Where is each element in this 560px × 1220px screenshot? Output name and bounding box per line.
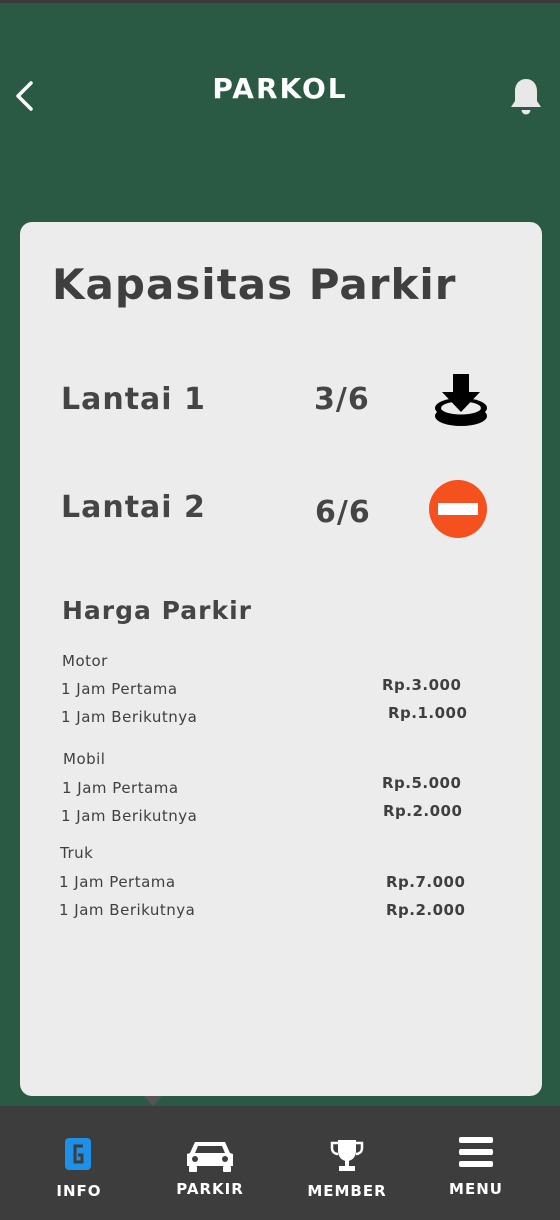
price-row-label: 1 Jam Pertama xyxy=(59,873,176,891)
floor-1-status xyxy=(432,372,490,434)
trophy-icon xyxy=(330,1140,364,1171)
nav-label-member: MEMBER xyxy=(307,1182,387,1200)
price-row-label: 1 Jam Pertama xyxy=(61,680,178,698)
category-motor: Motor xyxy=(62,652,108,670)
price-row-label: 1 Jam Berikutnya xyxy=(59,901,196,919)
info-card: Kapasitas Parkir Lantai 1 3/6 Lantai 2 6… xyxy=(20,222,542,1096)
info-icon xyxy=(65,1138,91,1170)
price-row-value: Rp.3.000 xyxy=(382,676,462,694)
floor-2-label: Lantai 2 xyxy=(61,490,206,525)
no-entry-icon xyxy=(429,480,487,538)
category-truk: Truk xyxy=(60,844,94,862)
nav-tab-menu[interactable]: MENU xyxy=(416,1106,536,1220)
price-row-value: Rp.2.000 xyxy=(383,802,463,820)
price-row-label: 1 Jam Pertama xyxy=(62,779,179,797)
price-row-label: 1 Jam Berikutnya xyxy=(61,807,198,825)
nav-label-menu: MENU xyxy=(449,1180,503,1198)
price-row-label: 1 Jam Berikutnya xyxy=(61,708,198,726)
floor-1-label: Lantai 1 xyxy=(61,382,206,417)
pricing-title: Harga Parkir xyxy=(62,596,252,625)
active-tab-pointer xyxy=(144,1096,162,1106)
nav-label-info: INFO xyxy=(56,1182,102,1200)
floor-2-capacity: 6/6 xyxy=(315,495,371,530)
hamburger-menu-icon xyxy=(459,1137,493,1167)
bottom-navigation: INFO PARKIR MEMBER MENU xyxy=(0,1106,560,1220)
nav-tab-info[interactable]: INFO xyxy=(19,1106,139,1220)
nav-label-parkir: PARKIR xyxy=(176,1180,244,1198)
app-title: PARKOL xyxy=(212,72,348,105)
bell-icon xyxy=(511,79,541,115)
floor-1-capacity: 3/6 xyxy=(314,382,370,417)
price-row-value: Rp.5.000 xyxy=(382,774,462,792)
capacity-title: Kapasitas Parkir xyxy=(52,260,457,309)
parking-enter-icon xyxy=(435,374,487,426)
price-row-value: Rp.1.000 xyxy=(388,704,468,722)
notification-button[interactable] xyxy=(508,76,544,118)
category-mobil: Mobil xyxy=(63,750,106,768)
car-icon xyxy=(187,1142,233,1172)
price-row-value: Rp.2.000 xyxy=(386,901,466,919)
floor-2-status xyxy=(429,480,487,542)
price-row-value: Rp.7.000 xyxy=(386,873,466,891)
nav-tab-member[interactable]: MEMBER xyxy=(287,1106,407,1220)
app-header: PARKOL xyxy=(0,0,560,190)
nav-tab-parkir[interactable]: PARKIR xyxy=(150,1106,270,1220)
